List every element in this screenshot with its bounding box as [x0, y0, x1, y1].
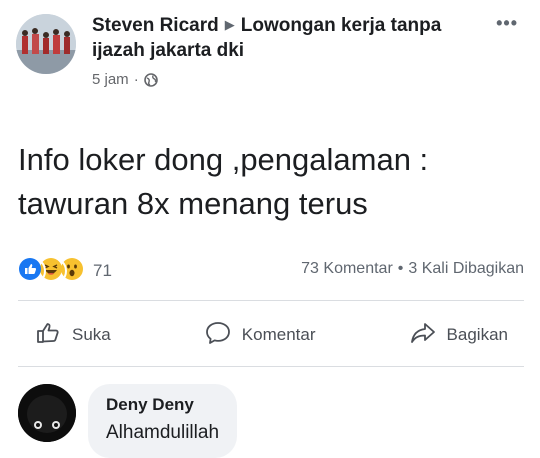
thumbs-up-icon	[34, 319, 62, 352]
reaction-summary[interactable]: 71	[18, 257, 112, 285]
post-header: Steven Ricard ▶ Lowongan kerja tanpa ijaza…	[16, 12, 524, 102]
share-label: Bagikan	[446, 325, 508, 344]
post-text: Info loker dong ,pengalaman : tawuran 8x…	[18, 138, 518, 226]
globe-icon	[143, 72, 158, 87]
arrow-right-icon: ▶	[224, 17, 235, 32]
share-count[interactable]: 3 Kali Dibagikan	[408, 260, 524, 277]
post-text-line: Info loker dong ,pengalaman :	[18, 142, 429, 177]
reaction-count[interactable]: 71	[93, 261, 112, 281]
post-meta: 5 jam ·	[92, 71, 472, 88]
comment-label: Komentar	[241, 325, 316, 344]
author-avatar[interactable]	[16, 14, 76, 74]
comment-text: Alhamdulillah	[106, 422, 220, 443]
post-names: Steven Ricard ▶ Lowongan kerja tanpa ijaza…	[92, 12, 472, 63]
comment-count[interactable]: 73 Komentar	[301, 260, 393, 277]
engagement-counts: 73 Komentar • 3 Kali Dibagikan	[301, 260, 524, 278]
like-icon	[18, 257, 46, 285]
post-stats: 71 73 Komentar • 3 Kali Dibagikan	[18, 255, 524, 285]
action-bar: Suka Komentar Bagikan	[18, 310, 524, 360]
post-time[interactable]: 5 jam	[92, 71, 129, 88]
speech-bubble-icon	[204, 319, 232, 352]
share-arrow-icon	[409, 319, 437, 352]
divider	[18, 366, 524, 367]
share-button[interactable]: Bagikan	[393, 311, 524, 360]
post-header-text: Steven Ricard ▶ Lowongan kerja tanpa ijaza…	[92, 12, 472, 88]
author-name[interactable]: Steven Ricard	[92, 15, 219, 36]
divider	[18, 300, 524, 301]
like-button[interactable]: Suka	[18, 311, 127, 360]
comment-item: Deny Deny Alhamdulillah	[18, 380, 524, 458]
like-label: Suka	[72, 325, 111, 344]
comment-bubble: Deny Deny Alhamdulillah	[88, 384, 238, 458]
meta-separator: ·	[133, 71, 139, 88]
counts-separator: •	[397, 260, 404, 277]
comment-button[interactable]: Komentar	[188, 311, 332, 360]
post-text-line: tawuran 8x menang terus	[18, 186, 368, 221]
more-options-button[interactable]: •••	[496, 14, 518, 32]
commenter-avatar[interactable]	[18, 384, 76, 442]
commenter-name[interactable]: Deny Deny	[106, 394, 219, 416]
